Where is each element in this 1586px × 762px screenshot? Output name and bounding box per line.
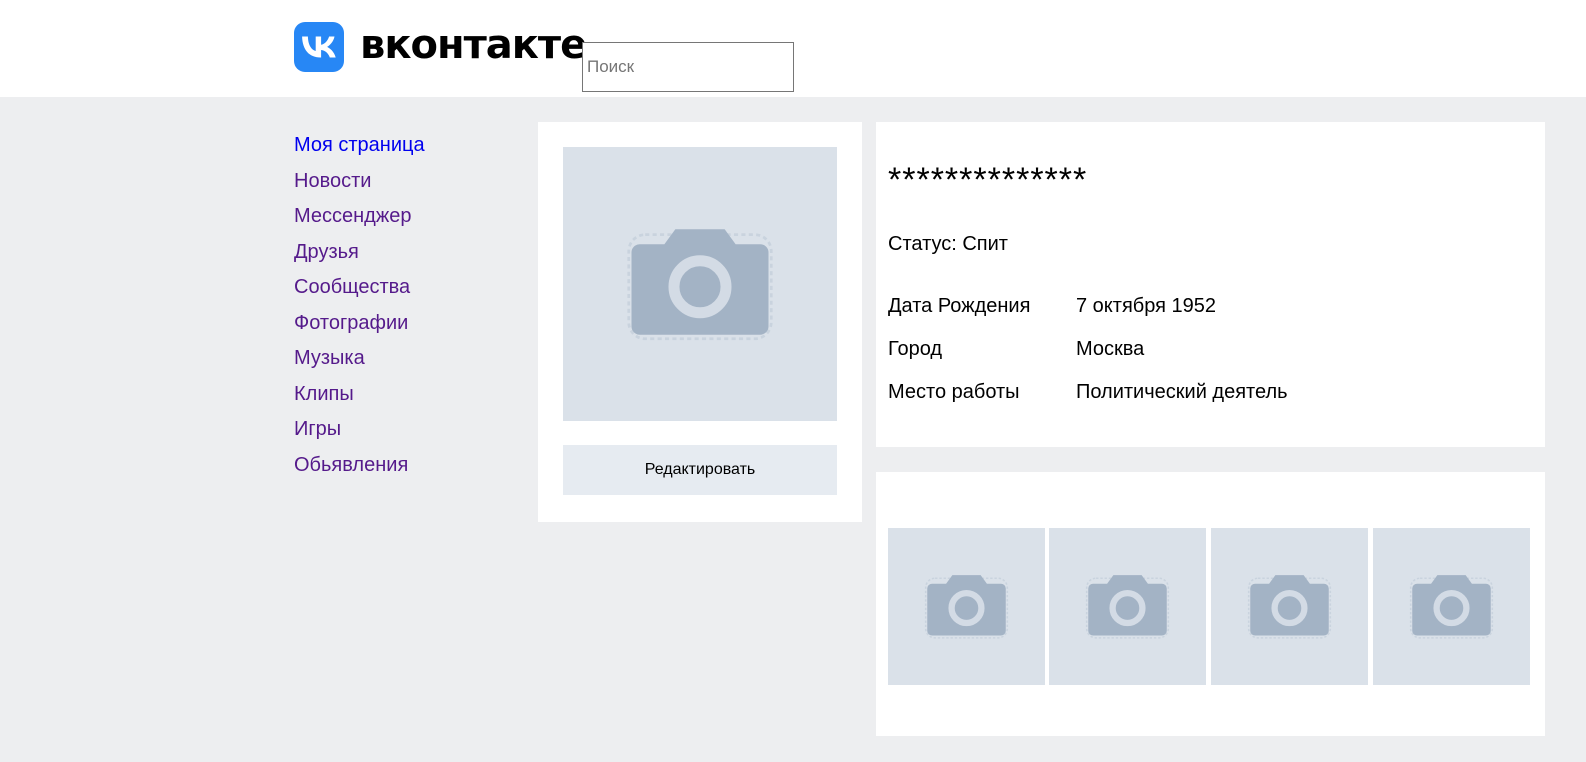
- profile-photo-card: Редактировать: [538, 122, 862, 522]
- photo-thumbnail[interactable]: [888, 528, 1045, 685]
- camera-icon: [1085, 575, 1170, 639]
- field-row-birthday: Дата Рождения 7 октября 1952: [888, 294, 1288, 337]
- top-header: вконтакте: [0, 0, 1586, 97]
- field-value: Политический деятель: [1076, 381, 1288, 403]
- field-key: Место работы: [888, 381, 1020, 403]
- profile-info-card: ************** Статус: Спит Дата Рождени…: [876, 122, 1545, 447]
- sidebar-item-news[interactable]: Новости: [294, 164, 425, 200]
- sidebar-item-ads[interactable]: Обьявления: [294, 448, 425, 484]
- sidebar-item-games[interactable]: Игры: [294, 412, 425, 448]
- sidebar-item-photos[interactable]: Фотографии: [294, 306, 425, 342]
- sidebar-item-messenger[interactable]: Мессенджер: [294, 199, 425, 235]
- sidebar-item-clips[interactable]: Клипы: [294, 377, 425, 413]
- photo-thumbnail[interactable]: [1049, 528, 1206, 685]
- profile-fields: Дата Рождения 7 октября 1952 Город Москв…: [888, 294, 1288, 423]
- camera-icon: [924, 575, 1009, 639]
- sidebar-item-music[interactable]: Музыка: [294, 341, 425, 377]
- field-value: Москва: [1076, 338, 1145, 360]
- vk-glyph-icon: [302, 36, 336, 58]
- field-value: 7 октября 1952: [1076, 295, 1216, 317]
- edit-profile-button[interactable]: Редактировать: [563, 445, 837, 495]
- field-row-city: Город Москва: [888, 337, 1288, 380]
- vk-logo-icon[interactable]: [294, 22, 344, 72]
- photos-card: [876, 472, 1545, 736]
- sidebar-item-friends[interactable]: Друзья: [294, 235, 425, 271]
- search-input[interactable]: [582, 42, 794, 92]
- logo-text[interactable]: вконтакте: [360, 20, 587, 70]
- camera-icon: [1409, 575, 1494, 639]
- sidebar-item-my-page[interactable]: Моя страница: [294, 128, 425, 164]
- sidebar-nav: Моя страница Новости Мессенджер Друзья С…: [294, 128, 425, 483]
- camera-icon: [1247, 575, 1332, 639]
- field-row-work: Место работы Политический деятель: [888, 380, 1288, 423]
- sidebar-item-communities[interactable]: Сообщества: [294, 270, 425, 306]
- field-key: Город: [888, 338, 943, 360]
- photo-thumbnail[interactable]: [1373, 528, 1530, 685]
- profile-status[interactable]: Статус: Спит: [888, 232, 1008, 256]
- avatar[interactable]: [563, 147, 837, 421]
- camera-icon: [627, 229, 773, 341]
- profile-name: **************: [888, 161, 1088, 199]
- field-key: Дата Рождения: [888, 295, 1031, 317]
- photo-thumbnail[interactable]: [1211, 528, 1368, 685]
